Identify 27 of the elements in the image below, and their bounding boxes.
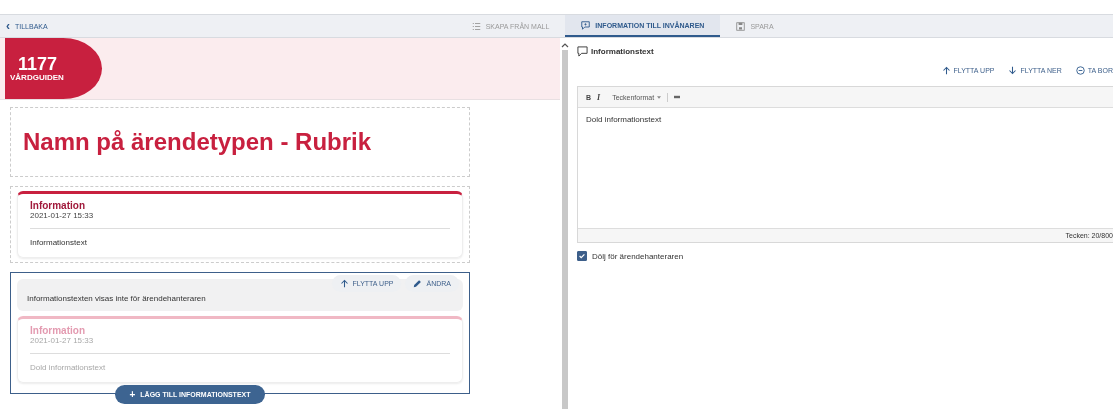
hide-checkbox[interactable]: Dölj för ärendehanteraren [577,251,1113,261]
checkbox[interactable] [577,251,587,261]
content-block[interactable]: Information 2021-01-27 15:33 Informationstext [10,186,470,263]
remove-icon [1075,65,1085,75]
page-title: Namn på ärendetypen - Rubrik [23,128,372,156]
arrow-down-icon [1008,65,1018,75]
list-icon [471,21,481,31]
editor-field[interactable]: Dold informationstext [578,108,1113,228]
pencil-icon [413,279,423,288]
panel-heading: Informationstext [591,46,654,56]
message-icon [581,20,591,30]
card-heading: Information [30,325,86,336]
card-date: 2021-01-27 15:33 [30,211,450,229]
card-text: Dold informationstext [30,362,107,372]
card-date: 2021-01-27 15:33 [30,336,450,354]
logo: 1177 VÅRDGUIDEN [5,38,102,99]
arrow-up-icon [941,65,951,75]
notice-text: Informationstexten visas inte för ärendehanteraren [27,294,206,305]
scroll-up-icon[interactable] [561,42,569,48]
editor-text: Dold informationstext [586,115,662,124]
caret-icon [657,95,662,99]
card-heading: Information [30,200,86,211]
arrow-up-icon [339,279,349,288]
card-text: Informationstext [30,237,88,247]
save-icon [736,21,746,31]
comment-icon [577,45,588,57]
format-button[interactable]: I [597,92,601,102]
